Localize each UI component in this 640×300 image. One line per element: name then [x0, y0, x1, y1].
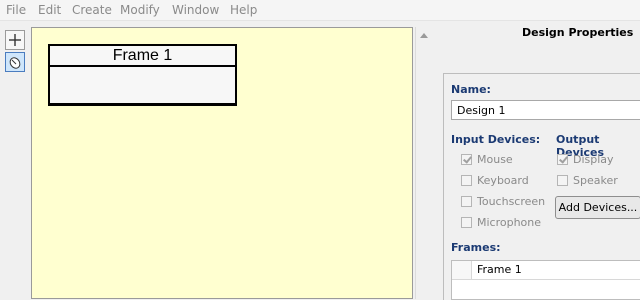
- display-checkbox-row[interactable]: Display: [557, 152, 614, 168]
- menu-help[interactable]: Help: [230, 3, 257, 17]
- add-tool-button[interactable]: [5, 30, 25, 50]
- frame-name-cell: Frame 1: [477, 263, 522, 276]
- keyboard-label: Keyboard: [477, 174, 529, 187]
- microphone-checkbox-row[interactable]: Microphone: [461, 215, 541, 231]
- touchscreen-label: Touchscreen: [477, 195, 546, 208]
- design-properties-panel: Name: Design 1 Input Devices: Output Dev…: [443, 73, 640, 300]
- frame-widget[interactable]: Frame 1: [48, 44, 237, 106]
- add-devices-button[interactable]: Add Devices...: [555, 196, 640, 219]
- scroll-up-icon[interactable]: [420, 33, 428, 38]
- frames-label: Frames:: [451, 241, 501, 254]
- speaker-checkbox-row[interactable]: Speaker: [557, 173, 618, 189]
- menu-window[interactable]: Window: [172, 3, 219, 17]
- touchscreen-checkbox-row[interactable]: Touchscreen: [461, 194, 545, 210]
- table-row[interactable]: Frame 1: [452, 261, 640, 280]
- design-name-field[interactable]: Design 1: [451, 100, 640, 120]
- pointer-tool-icon: [9, 57, 21, 69]
- name-label: Name:: [451, 83, 491, 96]
- keyboard-checkbox[interactable]: [461, 175, 472, 186]
- mouse-label: Mouse: [477, 153, 513, 166]
- input-devices-label: Input Devices:: [451, 133, 541, 146]
- menu-bar: File Edit Create Modify Window Help: [0, 0, 640, 21]
- display-label: Display: [573, 153, 614, 166]
- design-canvas[interactable]: Frame 1: [31, 27, 413, 299]
- panel-title: Design Properties: [522, 26, 634, 39]
- menu-edit[interactable]: Edit: [38, 3, 61, 17]
- display-checkbox[interactable]: [557, 154, 568, 165]
- menu-modify[interactable]: Modify: [120, 3, 160, 17]
- canvas-scrollbar[interactable]: [415, 27, 433, 299]
- plus-icon: [9, 34, 21, 46]
- speaker-checkbox[interactable]: [557, 175, 568, 186]
- pointer-tool-button[interactable]: [5, 52, 25, 72]
- mouse-checkbox[interactable]: [461, 154, 472, 165]
- row-selector[interactable]: [452, 261, 472, 279]
- frame-title: Frame 1: [50, 46, 235, 67]
- menu-create[interactable]: Create: [72, 3, 112, 17]
- menu-file[interactable]: File: [6, 3, 26, 17]
- microphone-checkbox[interactable]: [461, 217, 472, 228]
- microphone-label: Microphone: [477, 216, 542, 229]
- frames-list[interactable]: Frame 1: [451, 260, 640, 300]
- speaker-label: Speaker: [573, 174, 618, 187]
- touchscreen-checkbox[interactable]: [461, 196, 472, 207]
- keyboard-checkbox-row[interactable]: Keyboard: [461, 173, 529, 189]
- mouse-checkbox-row[interactable]: Mouse: [461, 152, 513, 168]
